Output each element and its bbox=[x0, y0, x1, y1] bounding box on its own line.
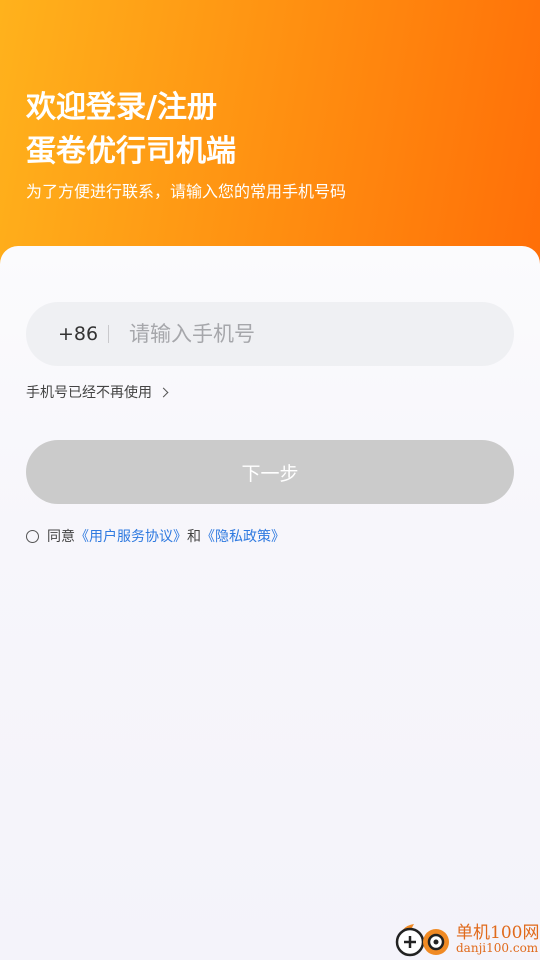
next-step-button[interactable]: 下一步 bbox=[26, 440, 514, 504]
phone-input[interactable] bbox=[129, 314, 514, 354]
title-line-2: 蛋卷优行司机端 bbox=[26, 134, 236, 169]
agreement-row: 同意 《用户服务协议》 和 《隐私政策》 bbox=[26, 524, 285, 548]
country-code[interactable]: +86 bbox=[58, 323, 108, 345]
chevron-right-icon bbox=[158, 387, 169, 398]
terms-of-service-link[interactable]: 《用户服务协议》 bbox=[75, 526, 187, 546]
agreement-prefix: 同意 bbox=[47, 529, 75, 545]
field-divider bbox=[108, 325, 109, 343]
title-line-1: 欢迎登录/注册 bbox=[26, 90, 217, 125]
agreement-conjunction: 和 bbox=[187, 529, 201, 545]
watermark-brand: 单机100网 bbox=[456, 923, 540, 943]
phone-field[interactable]: +86 bbox=[26, 302, 514, 366]
page-subtitle: 为了方便进行联系，请输入您的常用手机号码 bbox=[26, 182, 347, 201]
site-watermark: 单机100网 danji100.com bbox=[392, 916, 540, 960]
privacy-policy-link[interactable]: 《隐私政策》 bbox=[201, 526, 285, 546]
watermark-logo-icon bbox=[395, 924, 449, 957]
radio-unchecked-icon[interactable] bbox=[26, 529, 39, 543]
number-no-longer-used-label: 手机号已经不再使用 bbox=[26, 385, 152, 401]
number-no-longer-used-link[interactable]: 手机号已经不再使用 bbox=[26, 380, 169, 404]
watermark-domain: danji100.com bbox=[456, 941, 539, 955]
page-title: 欢迎登录/注册 蛋卷优行司机端 bbox=[26, 86, 236, 174]
